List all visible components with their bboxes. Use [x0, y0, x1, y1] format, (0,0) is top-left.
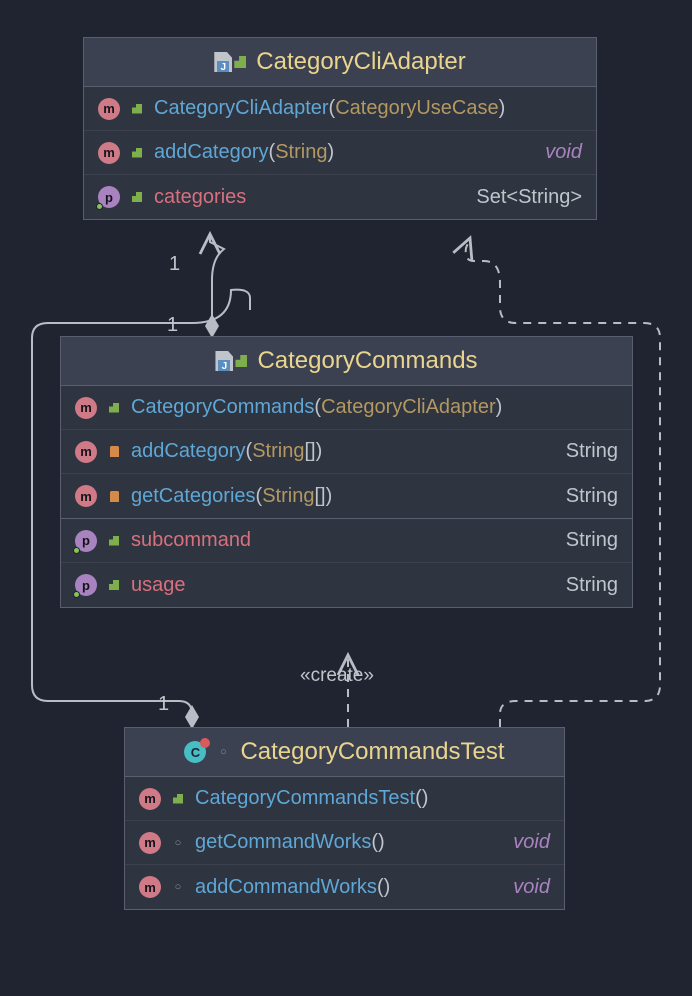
return-type: String: [566, 574, 618, 597]
class-category-commands: CategoryCommands m CategoryCommands(Categ…: [60, 336, 633, 608]
pub-visibility-icon: [171, 792, 185, 806]
method-icon: m: [75, 485, 97, 507]
member-row: m CategoryCliAdapter(CategoryUseCase): [84, 87, 596, 131]
return-type: String: [566, 440, 618, 463]
class-category-cli-adapter: CategoryCliAdapter m CategoryCliAdapter(C…: [83, 37, 597, 220]
multiplicity-1a: 1: [169, 253, 180, 276]
multiplicity-1b: 1: [167, 314, 178, 337]
class-title: CategoryCommandsTest: [240, 738, 504, 766]
java-class-icon: [214, 52, 246, 72]
pub-visibility-icon: [130, 146, 144, 160]
class-header: CategoryCliAdapter: [84, 38, 596, 87]
member-row: p categories Set<String>: [84, 175, 596, 219]
pub-visibility-icon: [130, 190, 144, 204]
pub-visibility-icon: [107, 401, 121, 415]
members-section: m CategoryCliAdapter(CategoryUseCase) m add…: [84, 87, 596, 219]
pub-visibility-icon: [130, 102, 144, 116]
class-title: CategoryCliAdapter: [256, 48, 465, 76]
priv-visibility-icon: [107, 489, 121, 503]
class-category-commands-test: CategoryCommandsTest m CategoryCommandsTe…: [124, 727, 565, 910]
return-type: void: [513, 876, 550, 899]
return-type: String: [566, 529, 618, 552]
member-signature: getCommandWorks(): [195, 831, 503, 854]
member-row: m addCategory(String) void: [84, 131, 596, 175]
return-type: String: [566, 485, 618, 508]
props-section: p subcommand String p usage String: [61, 519, 632, 607]
member-row: m getCommandWorks() void: [125, 821, 564, 865]
member-signature: addCategory(String): [154, 141, 535, 164]
method-icon: m: [139, 788, 161, 810]
member-signature: subcommand: [131, 529, 556, 552]
method-icon: m: [98, 142, 120, 164]
member-signature: addCategory(String[]): [131, 440, 556, 463]
member-row: m addCommandWorks() void: [125, 865, 564, 909]
member-row: m addCategory(String[]) String: [61, 430, 632, 474]
member-signature: getCategories(String[]): [131, 485, 556, 508]
stereotype-create: «create»: [300, 665, 374, 687]
pub-visibility-icon: [107, 534, 121, 548]
methods-section: m CategoryCommands(CategoryCliAdapter) m ad…: [61, 386, 632, 519]
multiplicity-1c: 1: [158, 693, 169, 716]
property-icon: p: [75, 574, 97, 596]
class-title: CategoryCommands: [257, 347, 477, 375]
member-row: p usage String: [61, 563, 632, 607]
property-icon: p: [75, 530, 97, 552]
test-class-icon: [184, 741, 206, 763]
package-visibility-icon: [216, 745, 230, 759]
member-signature: categories: [154, 186, 466, 209]
member-signature: CategoryCommands(CategoryCliAdapter): [131, 396, 618, 419]
member-row: m CategoryCommands(CategoryCliAdapter): [61, 386, 632, 430]
member-row: m CategoryCommandsTest(): [125, 777, 564, 821]
return-type: void: [545, 141, 582, 164]
members-section: m CategoryCommandsTest() m getCommandWorks(…: [125, 777, 564, 909]
property-icon: p: [98, 186, 120, 208]
pub-visibility-icon: [107, 578, 121, 592]
method-icon: m: [75, 441, 97, 463]
method-icon: m: [75, 397, 97, 419]
member-signature: addCommandWorks(): [195, 876, 503, 899]
member-signature: usage: [131, 574, 556, 597]
member-signature: CategoryCommandsTest(): [195, 787, 550, 810]
pkg-visibility-icon: [171, 836, 185, 850]
member-row: m getCategories(String[]) String: [61, 474, 632, 518]
method-icon: m: [98, 98, 120, 120]
pkg-visibility-icon: [171, 880, 185, 894]
return-type: void: [513, 831, 550, 854]
class-header: CategoryCommands: [61, 337, 632, 386]
java-class-icon: [215, 351, 247, 371]
class-header: CategoryCommandsTest: [125, 728, 564, 777]
member-row: p subcommand String: [61, 519, 632, 563]
method-icon: m: [139, 832, 161, 854]
member-signature: CategoryCliAdapter(CategoryUseCase): [154, 97, 582, 120]
priv-visibility-icon: [107, 445, 121, 459]
return-type: Set<String>: [476, 186, 582, 209]
method-icon: m: [139, 876, 161, 898]
